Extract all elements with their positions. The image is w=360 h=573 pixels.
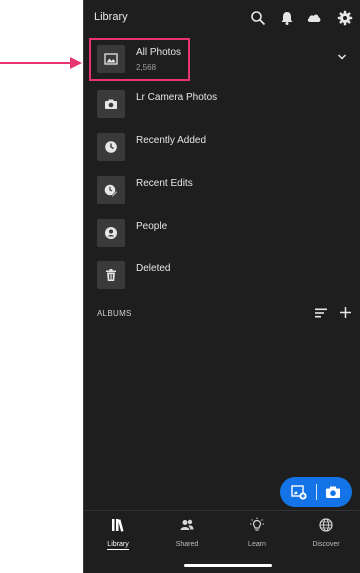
- item-label: People: [136, 221, 168, 232]
- thumbnail: [97, 219, 125, 247]
- thumbnail: [97, 261, 125, 289]
- lightbulb-icon: [250, 517, 264, 531]
- chevron-down-icon[interactable]: [337, 52, 347, 62]
- library-item-people[interactable]: People: [84, 219, 360, 261]
- item-label: Recent Edits: [136, 178, 193, 189]
- tab-discover[interactable]: Discover: [296, 517, 356, 557]
- item-label: Deleted: [136, 263, 171, 274]
- app-screen: Library All Photos 2,568 Lr Camera Photo…: [83, 0, 360, 573]
- edit-icon: [104, 184, 118, 197]
- library-item-recently-added[interactable]: Recently Added: [84, 133, 360, 175]
- tab-learn[interactable]: Learn: [227, 517, 287, 557]
- library-icon: [112, 519, 124, 532]
- trash-icon: [106, 269, 116, 281]
- clock-icon: [105, 141, 117, 153]
- add-photo-icon[interactable]: [291, 484, 307, 500]
- albums-heading: ALBUMS: [97, 309, 132, 318]
- tab-label: Shared: [175, 541, 199, 548]
- add-album-icon[interactable]: [339, 306, 352, 319]
- item-label: All Photos: [136, 47, 182, 58]
- gear-icon[interactable]: [337, 10, 353, 26]
- tab-label: Discover: [312, 541, 340, 548]
- add-photos-fab: [280, 477, 352, 507]
- thumbnail: [97, 90, 125, 118]
- bell-icon[interactable]: [279, 10, 295, 26]
- item-count: 2,568: [136, 63, 157, 72]
- person-icon: [105, 227, 117, 239]
- library-item-recent-edits[interactable]: Recent Edits: [84, 176, 360, 218]
- annotation-arrow: [0, 57, 82, 69]
- cloud-icon[interactable]: [306, 10, 322, 26]
- tab-library[interactable]: Library: [88, 517, 148, 557]
- item-label: Recently Added: [136, 135, 207, 146]
- thumbnail: [97, 45, 125, 73]
- library-item-deleted[interactable]: Deleted: [84, 261, 360, 303]
- sort-icon[interactable]: [314, 307, 328, 319]
- tab-label: Library: [107, 541, 129, 550]
- people-icon: [180, 519, 194, 530]
- image-icon: [104, 53, 118, 65]
- library-item-all-photos[interactable]: All Photos 2,568: [84, 45, 360, 87]
- header: Library: [84, 0, 360, 36]
- search-icon[interactable]: [250, 10, 266, 26]
- thumbnail: [97, 133, 125, 161]
- item-label: Lr Camera Photos: [136, 92, 218, 103]
- tab-label: Learn: [248, 541, 266, 548]
- camera-icon: [105, 99, 117, 109]
- camera-icon[interactable]: [325, 484, 341, 500]
- home-indicator: [184, 564, 272, 567]
- fab-divider: [316, 484, 317, 500]
- thumbnail: [97, 176, 125, 204]
- tab-shared[interactable]: Shared: [157, 517, 217, 557]
- globe-icon: [319, 518, 333, 532]
- library-item-lr-camera-photos[interactable]: Lr Camera Photos: [84, 90, 360, 132]
- page-title: Library: [94, 11, 128, 23]
